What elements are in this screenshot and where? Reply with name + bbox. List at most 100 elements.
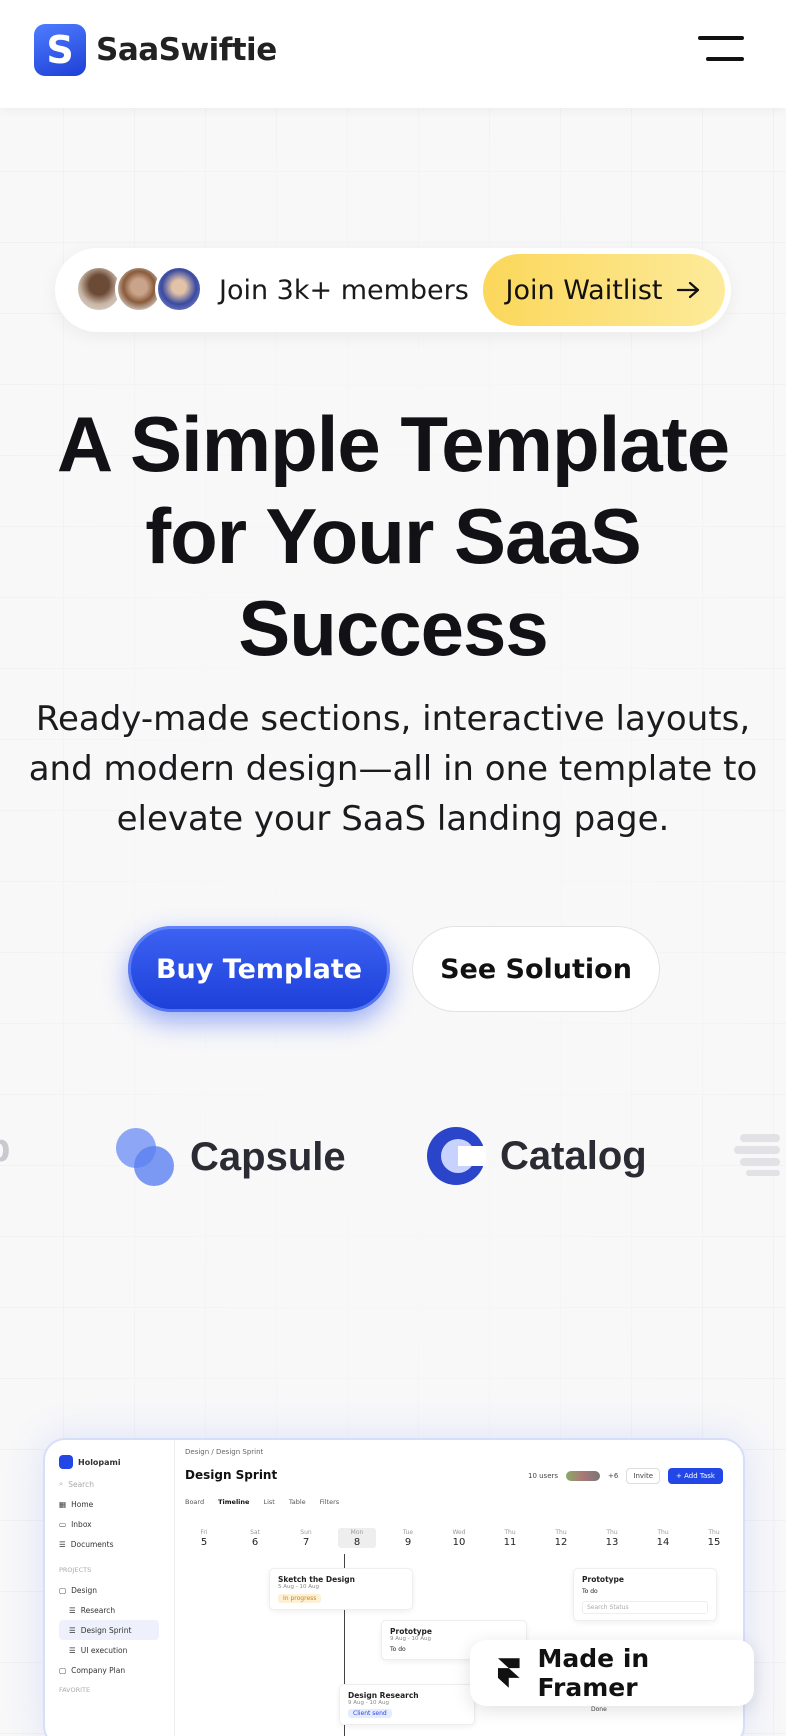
- mockup-sidebar: Holopami ⌕ Search ▦ Home ▭ Inbox ☰ Documents…: [45, 1440, 175, 1736]
- sidebar-item-documents[interactable]: ☰ Documents: [59, 1534, 174, 1554]
- tab-timeline[interactable]: Timeline: [218, 1498, 249, 1506]
- day-column: Thu 14: [644, 1528, 682, 1548]
- day-name: Thu: [555, 1529, 567, 1536]
- hero-title-line: A Simple Template: [56, 400, 730, 488]
- join-waitlist-label: Join Waitlist: [505, 274, 663, 306]
- sidebar-item-label: Company Plan: [71, 1665, 126, 1675]
- day-number: 10: [452, 1537, 466, 1548]
- view-tabs: Board Timeline List Table Filters: [185, 1498, 339, 1506]
- tab-board[interactable]: Board: [185, 1498, 204, 1506]
- hero-subtitle: Ready-made sections, interactive layouts…: [28, 699, 758, 839]
- sidebar-search-label: Search: [68, 1479, 94, 1489]
- day-number: 14: [656, 1537, 670, 1548]
- search-icon: ⌕: [59, 1479, 64, 1488]
- task-card[interactable]: Sketch the Design 5 Aug - 10 Aug In prog…: [269, 1568, 413, 1610]
- tab-list[interactable]: List: [263, 1498, 274, 1506]
- day-number: 6: [251, 1537, 259, 1548]
- day-column: Wed 10: [440, 1528, 478, 1548]
- day-column-today: Mon 8: [338, 1528, 376, 1548]
- sidebar-item-label: Design: [71, 1585, 97, 1595]
- brand-name: SaaSwiftie: [96, 32, 277, 68]
- top-navbar: S SaaSwiftie: [0, 0, 786, 108]
- favorite-heading: FAVORITE: [59, 1686, 91, 1694]
- breadcrumb: Design / Design Sprint: [185, 1448, 264, 1456]
- workspace-name: Holopami: [59, 1450, 174, 1474]
- brand-logo[interactable]: S SaaSwiftie: [34, 24, 277, 76]
- framer-badge-label: Made in Framer: [537, 1644, 650, 1702]
- extra-users: +6: [608, 1472, 619, 1480]
- filters-button[interactable]: Filters: [320, 1498, 339, 1506]
- mockup-toolbar: 10 users +6 Invite + Add Task: [528, 1468, 723, 1484]
- tab-table[interactable]: Table: [289, 1498, 306, 1506]
- hero-title: A Simple Template for Your SaaS Success: [20, 398, 766, 674]
- day-number: 13: [605, 1537, 619, 1548]
- day-name: Tue: [402, 1529, 414, 1536]
- day-column: Thu 15: [695, 1528, 733, 1548]
- sidebar-item-design-sprint[interactable]: ☰ Design Sprint: [59, 1620, 159, 1640]
- day-number: 7: [302, 1537, 310, 1548]
- buy-template-button[interactable]: Buy Template: [128, 926, 390, 1012]
- day-number: 12: [554, 1537, 568, 1548]
- sidebar-item-label: Documents: [70, 1539, 114, 1549]
- status-option[interactable]: Done: [591, 1706, 607, 1713]
- task-title: Prototype: [390, 1627, 433, 1636]
- user-avatars: [566, 1471, 601, 1481]
- capsule-name: Capsule: [190, 1134, 346, 1179]
- sidebar-item-ui-execution[interactable]: ☰ UI execution: [59, 1640, 174, 1660]
- sidebar-item-design[interactable]: ▢ Design: [59, 1580, 174, 1600]
- add-task-button[interactable]: + Add Task: [668, 1468, 723, 1484]
- sidebar-item-label: Design Sprint: [80, 1625, 132, 1635]
- task-card[interactable]: Prototype To do Search Status: [573, 1568, 717, 1621]
- day-name: Thu: [657, 1529, 669, 1536]
- task-card[interactable]: Design Research 9 Aug - 10 Aug Client se…: [339, 1684, 475, 1725]
- day-column: Thu 13: [593, 1528, 631, 1548]
- projects-heading: PROJECTS: [59, 1566, 92, 1574]
- task-title: Sketch the Design: [278, 1575, 355, 1584]
- join-waitlist-button[interactable]: Join Waitlist: [483, 254, 725, 326]
- member-avatars: [75, 265, 207, 315]
- day-number: 15: [707, 1537, 721, 1548]
- day-column: Sun 7: [287, 1528, 325, 1548]
- task-title: Prototype: [582, 1575, 625, 1584]
- workspace-label: Holopami: [78, 1457, 121, 1467]
- day-name: Sun: [300, 1529, 312, 1536]
- hamburger-menu-icon[interactable]: [698, 34, 748, 66]
- see-solution-button[interactable]: See Solution: [412, 926, 660, 1012]
- brand-logo-partial-right: [730, 1126, 786, 1182]
- list-icon: ☰: [69, 1645, 76, 1655]
- framer-icon: [497, 1658, 520, 1688]
- home-icon: ▦: [59, 1499, 67, 1509]
- made-in-framer-badge[interactable]: Made in Framer: [470, 1640, 754, 1706]
- logo-strip: p Capsule Catalog: [0, 1126, 786, 1198]
- list-icon: ☰: [69, 1605, 76, 1615]
- day-column: Tue 9: [389, 1528, 427, 1548]
- day-column: Thu 11: [491, 1528, 529, 1548]
- logo-mark-icon: S: [34, 24, 86, 76]
- status-search-input[interactable]: Search Status: [582, 1601, 708, 1614]
- hero-title-line: Success: [238, 584, 549, 672]
- avatar: [155, 265, 203, 313]
- task-dates: 5 Aug - 10 Aug: [278, 1584, 319, 1590]
- task-dates: 9 Aug - 10 Aug: [348, 1700, 389, 1706]
- folder-icon: ▢: [59, 1665, 67, 1675]
- sidebar-item-home[interactable]: ▦ Home: [59, 1494, 174, 1514]
- day-column: Fri 5: [185, 1528, 223, 1548]
- sidebar-item-label: Inbox: [71, 1519, 92, 1529]
- catalog-logo: Catalog: [426, 1126, 647, 1186]
- sidebar-item-company-plan[interactable]: ▢ Company Plan: [59, 1660, 174, 1680]
- day-name: Wed: [452, 1529, 466, 1536]
- day-number: 9: [404, 1537, 412, 1548]
- day-column: Sat 6: [236, 1528, 274, 1548]
- sidebar-item-research[interactable]: ☰ Research: [59, 1600, 174, 1620]
- day-number: 5: [200, 1537, 208, 1548]
- invite-button[interactable]: Invite: [626, 1468, 661, 1484]
- timeline-days: Fri 5 Sat 6 Sun 7 Mon 8 Tue 9 Wed 10 Thu 11 Thu…: [185, 1528, 733, 1548]
- day-name: Thu: [708, 1529, 720, 1536]
- sidebar-item-label: UI execution: [80, 1645, 128, 1655]
- sidebar-search[interactable]: ⌕ Search: [59, 1474, 174, 1494]
- folder-icon: ▢: [59, 1585, 67, 1595]
- brand-partial-text: p: [0, 1126, 10, 1171]
- sidebar-item-inbox[interactable]: ▭ Inbox: [59, 1514, 174, 1534]
- users-count: 10 users: [527, 1472, 559, 1480]
- day-number: 8: [353, 1537, 361, 1548]
